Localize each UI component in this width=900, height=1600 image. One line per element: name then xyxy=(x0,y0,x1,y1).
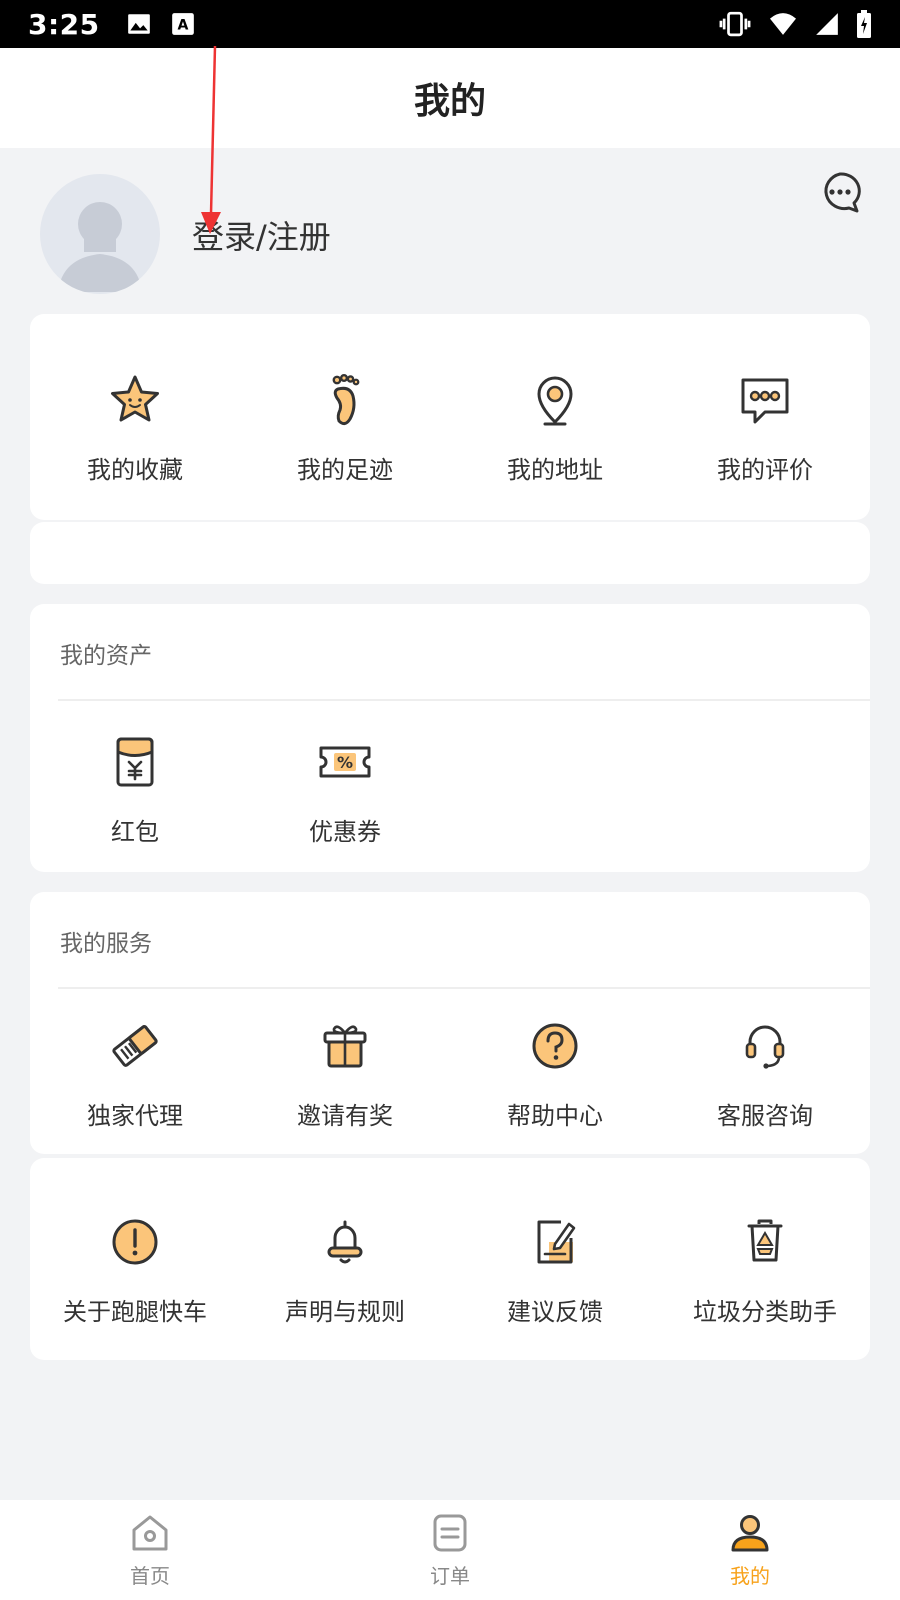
divider xyxy=(58,987,870,989)
footprint-icon xyxy=(332,374,360,426)
rules-label: 声明与规则 xyxy=(285,1298,405,1326)
favorites-label: 我的收藏 xyxy=(87,456,183,484)
login-register-link[interactable]: 登录/注册 xyxy=(192,212,331,258)
address-label: 我的地址 xyxy=(507,456,603,484)
status-bar: 3:25 A xyxy=(0,0,900,48)
garbage-sort-label: 垃圾分类助手 xyxy=(693,1298,837,1326)
rules-button[interactable]: 声明与规则 xyxy=(240,1214,450,1327)
page-header: 我的 xyxy=(0,48,900,148)
footprints-button[interactable]: 我的足迹 xyxy=(240,372,450,485)
vibrate-icon xyxy=(719,11,751,37)
handshake-icon xyxy=(112,1025,158,1067)
customer-service-label: 客服咨询 xyxy=(717,1102,813,1130)
red-envelope-icon xyxy=(116,737,154,787)
avatar[interactable] xyxy=(40,174,160,294)
footprints-label: 我的足迹 xyxy=(297,456,393,484)
wifi-icon xyxy=(770,13,796,35)
coupon-icon: % xyxy=(319,746,371,778)
star-icon xyxy=(111,375,159,422)
svg-text:%: % xyxy=(337,753,353,772)
about-label: 关于跑腿快车 xyxy=(63,1298,207,1326)
help-icon xyxy=(532,1023,578,1069)
red-envelope-label: 红包 xyxy=(111,818,159,846)
feedback-icon xyxy=(537,1220,576,1264)
red-envelope-button[interactable]: 红包 xyxy=(30,734,240,847)
customer-service-button[interactable]: 客服咨询 xyxy=(660,1018,870,1131)
bell-icon xyxy=(327,1220,363,1264)
more-card: 关于跑腿快车 声明与规则 建议反馈 垃圾分类助手 xyxy=(30,1158,870,1360)
home-icon xyxy=(132,1515,168,1551)
tab-home-label: 首页 xyxy=(130,1564,170,1588)
exclusive-agent-button[interactable]: 独家代理 xyxy=(30,1018,240,1131)
feedback-label: 建议反馈 xyxy=(507,1298,603,1326)
tab-mine[interactable]: 我的 xyxy=(600,1500,900,1600)
tab-orders-label: 订单 xyxy=(430,1564,470,1588)
headset-icon xyxy=(745,1025,785,1069)
services-title: 我的服务 xyxy=(60,931,152,957)
reviews-label: 我的评价 xyxy=(717,456,813,484)
address-button[interactable]: 我的地址 xyxy=(450,372,660,485)
avatar-placeholder-icon xyxy=(58,202,142,292)
invite-reward-button[interactable]: 邀请有奖 xyxy=(240,1018,450,1131)
recycle-bin-icon xyxy=(747,1219,783,1262)
coupon-button[interactable]: % 优惠券 xyxy=(240,734,450,847)
page-title: 我的 xyxy=(413,81,486,122)
gift-icon xyxy=(323,1025,367,1068)
image-icon xyxy=(127,14,150,34)
invite-reward-label: 邀请有奖 xyxy=(297,1102,393,1130)
user-icon xyxy=(731,1515,769,1552)
favorites-button[interactable]: 我的收藏 xyxy=(30,372,240,485)
comment-icon xyxy=(741,378,789,424)
tab-orders[interactable]: 订单 xyxy=(300,1500,600,1600)
about-button[interactable]: 关于跑腿快车 xyxy=(30,1214,240,1327)
status-time: 3:25 xyxy=(28,7,100,41)
battery-icon xyxy=(857,10,871,38)
bottom-tab-bar: 首页 订单 我的 xyxy=(0,1500,900,1600)
help-center-label: 帮助中心 xyxy=(507,1102,603,1130)
blank-card xyxy=(30,522,870,584)
services-card: 我的服务 独家代理 邀请有奖 帮助中心 客服咨询 xyxy=(30,892,870,1154)
location-pin-icon xyxy=(537,376,573,426)
svg-text:A: A xyxy=(177,17,188,33)
chat-bubble-icon[interactable] xyxy=(818,170,862,214)
help-center-button[interactable]: 帮助中心 xyxy=(450,1018,660,1131)
profile-section: 登录/注册 xyxy=(0,148,900,313)
tab-mine-label: 我的 xyxy=(730,1564,770,1588)
text-a-icon: A xyxy=(171,13,194,35)
assets-card: 我的资产 红包 % 优惠券 xyxy=(30,604,870,872)
assets-title: 我的资产 xyxy=(60,643,152,669)
order-icon xyxy=(433,1514,467,1552)
coupon-label: 优惠券 xyxy=(309,818,381,846)
divider xyxy=(58,699,870,701)
garbage-sort-button[interactable]: 垃圾分类助手 xyxy=(660,1214,870,1327)
signal-icon xyxy=(816,13,838,35)
quick-actions-card: 我的收藏 我的足迹 我的地址 我的评价 xyxy=(30,314,870,520)
exclusive-agent-label: 独家代理 xyxy=(87,1102,183,1130)
tab-home[interactable]: 首页 xyxy=(0,1500,300,1600)
feedback-button[interactable]: 建议反馈 xyxy=(450,1214,660,1327)
info-icon xyxy=(112,1219,158,1265)
reviews-button[interactable]: 我的评价 xyxy=(660,372,870,485)
